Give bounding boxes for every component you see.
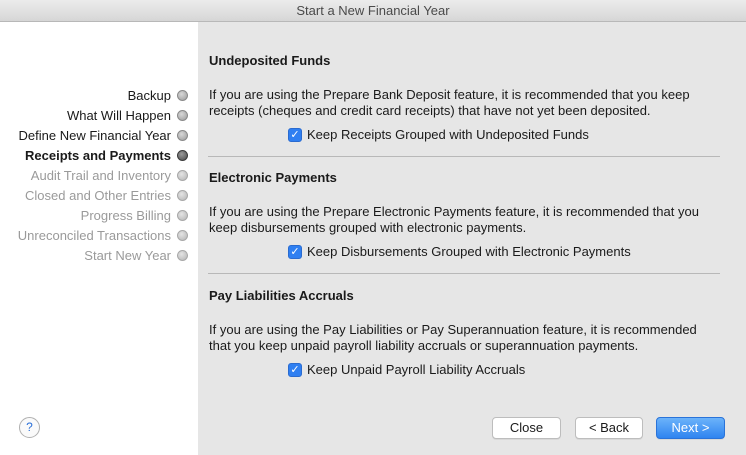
step-status-icon [177,249,188,261]
step-status-icon [177,89,188,101]
keep-disbursements-grouped-checkbox[interactable]: ✓ Keep Disbursements Grouped with Electr… [288,244,631,259]
checkbox-label[interactable]: Keep Disbursements Grouped with Electron… [307,244,631,259]
keep-unpaid-payroll-accruals-checkbox[interactable]: ✓ Keep Unpaid Payroll Liability Accruals [288,362,525,377]
step-label: Audit Trail and Inventory [30,167,171,183]
step-label: Receipts and Payments [25,147,171,163]
description-line: that you keep unpaid payroll liability a… [209,338,639,353]
step-status-icon [177,229,188,241]
help-icon[interactable]: ? [19,417,40,438]
description-line: keep disbursements grouped with electron… [209,220,527,235]
keep-receipts-grouped-checkbox[interactable]: ✓ Keep Receipts Grouped with Undeposited… [288,127,589,142]
section-description-electronic-payments: If you are using the Prepare Electronic … [209,204,729,236]
step-status-icon [177,209,188,221]
step-status-icon [177,189,188,201]
section-description-pay-liabilities-accruals: If you are using the Pay Liabilities or … [209,322,729,354]
step-progress-billing: Progress Billing [81,205,188,225]
step-label: Backup [127,87,171,103]
checkbox-label[interactable]: Keep Receipts Grouped with Undeposited F… [307,127,589,142]
step-define-new-financial-year: Define New Financial Year [19,125,188,145]
checkbox-label[interactable]: Keep Unpaid Payroll Liability Accruals [307,362,525,377]
main-panel: Undeposited Funds If you are using the P… [198,22,746,455]
step-status-icon [177,129,188,141]
description-line: If you are using the Pay Liabilities or … [209,322,697,337]
step-label: Start New Year [84,247,171,263]
step-label: What Will Happen [66,107,171,123]
step-start-new-year: Start New Year [84,245,188,265]
step-closed-and-other-entries: Closed and Other Entries [25,185,188,205]
step-status-icon [177,109,188,121]
step-unreconciled-transactions: Unreconciled Transactions [18,225,188,245]
description-line: receipts (cheques and credit card receip… [209,103,651,118]
checkmark-icon[interactable]: ✓ [288,362,302,377]
step-label: Progress Billing [80,207,171,223]
section-divider [208,156,720,157]
step-label: Unreconciled Transactions [17,227,171,243]
checkmark-icon[interactable]: ✓ [288,244,302,259]
step-receipts-and-payments: Receipts and Payments [25,145,188,165]
step-what-will-happen: What Will Happen [67,105,188,125]
back-button[interactable]: < Back [575,417,643,439]
step-status-icon [177,149,188,161]
section-divider [208,273,720,274]
wizard-steps-sidebar: Backup What Will Happen Define New Finan… [0,22,198,455]
close-button[interactable]: Close [492,417,561,439]
section-title-electronic-payments: Electronic Payments [209,170,337,185]
window-title: Start a New Financial Year [0,0,746,22]
description-line: If you are using the Prepare Bank Deposi… [209,87,690,102]
section-description-undeposited-funds: If you are using the Prepare Bank Deposi… [209,87,729,119]
step-backup: Backup [128,85,188,105]
section-title-undeposited-funds: Undeposited Funds [209,53,331,68]
next-button[interactable]: Next > [656,417,725,439]
section-title-pay-liabilities-accruals: Pay Liabilities Accruals [209,288,354,303]
step-status-icon [177,169,188,181]
checkmark-icon[interactable]: ✓ [288,127,302,142]
step-label: Define New Financial Year [18,127,171,143]
step-label: Closed and Other Entries [25,187,171,203]
step-audit-trail-and-inventory: Audit Trail and Inventory [31,165,188,185]
description-line: If you are using the Prepare Electronic … [209,204,699,219]
